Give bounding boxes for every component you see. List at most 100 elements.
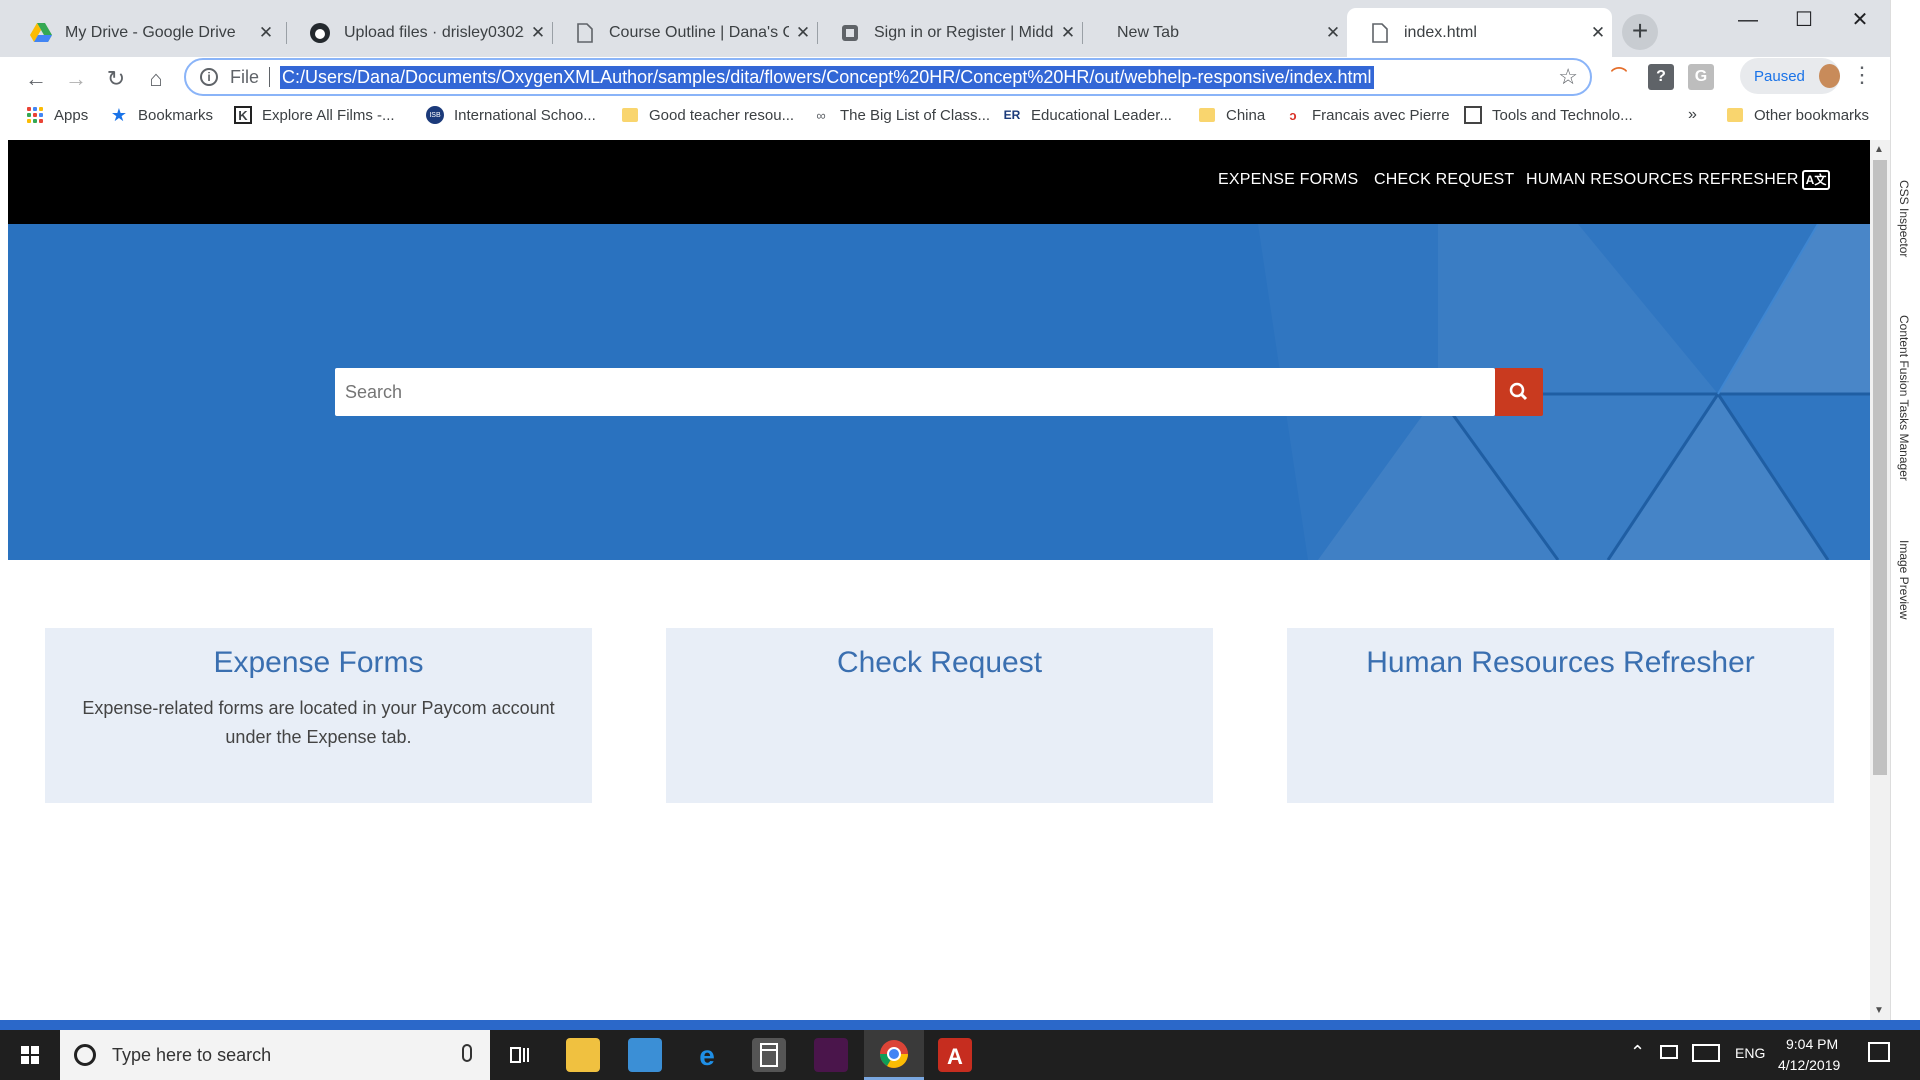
tab-index-html[interactable]: index.html ✕ (1347, 8, 1612, 57)
card-title[interactable]: Human Resources Refresher (1287, 646, 1834, 680)
close-window-button[interactable]: ✕ (1832, 4, 1888, 36)
profile-status-label: Paused (1754, 67, 1805, 85)
apps-grid-icon (26, 106, 44, 124)
scroll-down-arrow-icon[interactable]: ▼ (1874, 1005, 1884, 1016)
tab-title: index.html (1404, 23, 1477, 41)
dock-css-inspector[interactable]: CSS Inspector (1897, 180, 1911, 257)
tab-title: My Drive - Google Drive (65, 23, 236, 41)
bookmark-label: Educational Leader... (1031, 106, 1172, 124)
search-input[interactable]: Search (335, 368, 1495, 416)
file-explorer-icon[interactable] (566, 1038, 600, 1072)
chrome-menu-icon[interactable]: ⋮ (1850, 62, 1874, 92)
page-icon (1369, 22, 1391, 44)
close-tab-icon[interactable]: ✕ (252, 23, 280, 43)
search-button[interactable] (1495, 368, 1543, 416)
profile-button[interactable]: Paused (1740, 58, 1840, 94)
close-tab-icon[interactable]: ✕ (1054, 23, 1082, 43)
notification-center-icon[interactable] (1868, 1042, 1890, 1062)
tab-title: Course Outline | Dana's Cou (609, 23, 789, 41)
address-bar[interactable]: i File C:/Users/Dana/Documents/OxygenXML… (184, 58, 1592, 96)
language-icon[interactable]: A文 (1802, 170, 1830, 190)
tab-course-outline[interactable]: Course Outline | Dana's Cou ✕ (552, 8, 817, 57)
bookmark-star-icon[interactable]: ☆ (1558, 64, 1578, 90)
keyboard-icon[interactable] (1692, 1044, 1720, 1062)
start-button[interactable] (0, 1030, 60, 1080)
reload-button[interactable]: ↻ (100, 63, 132, 95)
chrome-taskbar-button[interactable] (864, 1030, 924, 1080)
cortana-icon (74, 1044, 96, 1066)
card-description: Expense-related forms are located in you… (82, 698, 555, 747)
nav-check-request[interactable]: CHECK REQUEST (1374, 171, 1514, 189)
windows-taskbar: Type here to search e A ⌃ ENG 9:04 PM 4/… (0, 1030, 1920, 1080)
scroll-up-arrow-icon[interactable]: ▲ (1874, 144, 1884, 155)
task-view-icon[interactable] (503, 1038, 537, 1072)
edge-browser-icon[interactable]: e (690, 1038, 724, 1072)
nav-expense-forms[interactable]: EXPENSE FORMS (1218, 171, 1358, 189)
bookmark-label: The Big List of Class... (840, 106, 991, 124)
bookmark-big-list[interactable]: ∞ The Big List of Class... (812, 106, 990, 124)
bookmark-good-teacher[interactable]: Good teacher resou... (621, 106, 794, 124)
divider (269, 67, 271, 87)
bookmark-international-school[interactable]: ISB International Schoo... (426, 106, 596, 124)
back-button[interactable]: ← (20, 63, 52, 95)
slack-icon[interactable] (814, 1038, 848, 1072)
card-title[interactable]: Check Request (666, 646, 1213, 680)
battery-icon[interactable] (1660, 1045, 1678, 1059)
scrollbar-thumb[interactable] (1873, 160, 1887, 775)
page-scrollbar[interactable]: ▲ ▼ (1870, 140, 1890, 1020)
chrome-icon (880, 1040, 908, 1068)
tab-new-tab[interactable]: New Tab ✕ (1082, 8, 1347, 57)
bookmarks-overflow-button[interactable]: » (1688, 106, 1697, 124)
nav-hr-refresher[interactable]: HUMAN RESOURCES REFRESHER (1526, 171, 1799, 189)
folder-icon (1198, 106, 1216, 124)
maximize-button[interactable]: ☐ (1776, 4, 1832, 36)
bookmark-explore-films[interactable]: K Explore All Films -... (234, 106, 395, 124)
forward-button[interactable]: → (60, 63, 92, 95)
card-expense-forms[interactable]: Expense Forms Expense-related forms are … (45, 628, 592, 803)
new-tab-button[interactable]: + (1622, 14, 1658, 50)
close-tab-icon[interactable]: ✕ (524, 23, 552, 43)
tools-icon (1464, 106, 1482, 124)
info-icon[interactable]: i (200, 68, 218, 86)
card-check-request[interactable]: Check Request (666, 628, 1213, 803)
webhelp-page: EXPENSE FORMS CHECK REQUEST HUMAN RESOUR… (8, 140, 1870, 1020)
close-tab-icon[interactable]: ✕ (789, 23, 817, 43)
language-indicator[interactable]: ENG (1735, 1045, 1765, 1061)
windows-logo-icon (21, 1046, 39, 1064)
clock-time[interactable]: 9:04 PM (1786, 1036, 1838, 1052)
bookmark-label: International Schoo... (454, 106, 596, 124)
clock-date[interactable]: 4/12/2019 (1778, 1057, 1840, 1073)
dock-content-fusion[interactable]: Content Fusion Tasks Manager (1897, 315, 1911, 481)
bookmark-francais-avec-pierre[interactable]: ↄ Francais avec Pierre (1284, 106, 1449, 124)
minimize-button[interactable]: — (1720, 4, 1776, 36)
close-tab-icon[interactable]: ✕ (1584, 23, 1612, 43)
close-tab-icon[interactable]: ✕ (1319, 23, 1347, 43)
other-bookmarks[interactable]: Other bookmarks (1726, 106, 1869, 124)
acrobat-icon[interactable]: A (938, 1038, 972, 1072)
home-button[interactable]: ⌂ (140, 63, 172, 95)
bookmark-china[interactable]: China (1198, 106, 1265, 124)
extension-arc-icon[interactable]: ⌒ (1606, 64, 1632, 90)
card-hr-refresher[interactable]: Human Resources Refresher (1287, 628, 1834, 803)
tab-title: Upload files · drisley0302/Dr (344, 23, 524, 41)
status-strip (0, 1020, 1920, 1030)
bookmark-bookmarks[interactable]: ★ Bookmarks (110, 105, 213, 125)
calculator-icon[interactable] (752, 1038, 786, 1072)
g-extension-icon[interactable]: G (1688, 64, 1714, 90)
card-title[interactable]: Expense Forms (45, 646, 592, 680)
side-dock: CSS Inspector Content Fusion Tasks Manag… (1890, 0, 1920, 1030)
url-text[interactable]: C:/Users/Dana/Documents/OxygenXMLAuthor/… (280, 65, 1374, 89)
top-navigation: EXPENSE FORMS CHECK REQUEST HUMAN RESOUR… (8, 140, 1870, 224)
bookmark-tools-technology[interactable]: Tools and Technolo... (1464, 106, 1633, 124)
tab-google-drive[interactable]: My Drive - Google Drive ✕ (8, 8, 280, 57)
dock-image-preview[interactable]: Image Preview (1897, 540, 1911, 619)
bookmark-apps[interactable]: Apps (26, 106, 88, 124)
tab-github-upload[interactable]: Upload files · drisley0302/Dr ✕ (287, 8, 552, 57)
taskbar-search[interactable]: Type here to search (60, 1030, 490, 1080)
tray-overflow-icon[interactable]: ⌃ (1630, 1042, 1645, 1063)
bookmark-educational-leader[interactable]: ER Educational Leader... (1003, 106, 1172, 124)
help-extension-icon[interactable]: ? (1648, 64, 1674, 90)
microphone-icon[interactable] (462, 1044, 472, 1062)
tab-sign-in[interactable]: Sign in or Register | Middle ✕ (817, 8, 1082, 57)
control-panel-icon[interactable] (628, 1038, 662, 1072)
